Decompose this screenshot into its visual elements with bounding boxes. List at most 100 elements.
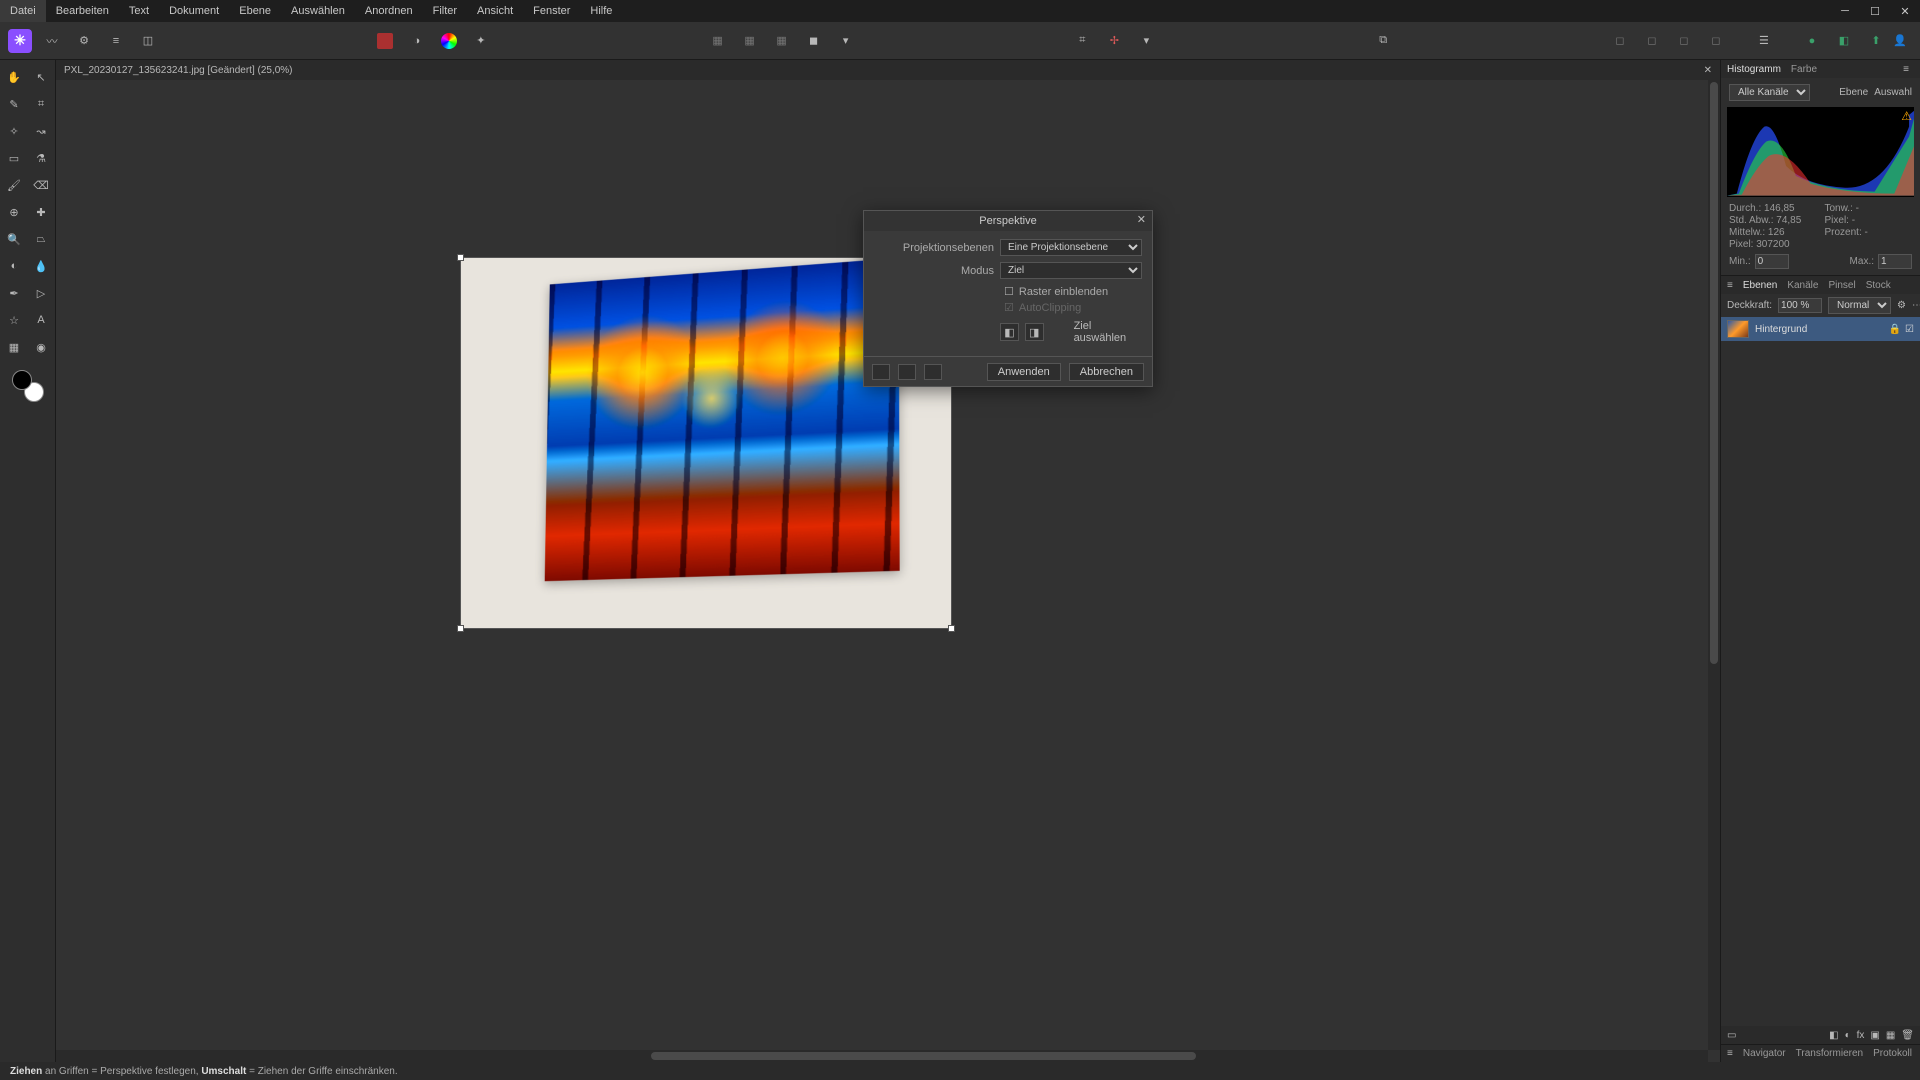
text-tool[interactable]: A [30,309,52,331]
toggle-layer[interactable]: Ebene [1839,87,1868,98]
dodge-tool[interactable]: ◐ [3,255,25,277]
panel-menu-icon[interactable]: ≡ [1727,280,1733,291]
autoclip-checkbox[interactable]: ☑ [1004,301,1014,314]
menu-datei[interactable]: Datei [0,0,46,22]
wand-tool[interactable]: ✧ [3,120,25,142]
before-after-split-icon[interactable]: ◧ [1000,323,1019,341]
persona-develop-button[interactable]: ≡ [104,29,128,53]
persona-export-button[interactable]: ◫ [136,29,160,53]
shape-tool[interactable]: ☆ [3,309,25,331]
move-tool[interactable]: ↖ [30,66,52,88]
document-tab[interactable]: PXL_20230127_135623241.jpg [Geändert] (2… [64,65,293,76]
selection-brush-tool[interactable]: ↝ [30,120,52,142]
tab-history[interactable]: Protokoll [1873,1048,1912,1059]
layer-fx-icon[interactable]: ⚙ [1897,300,1906,311]
toggle-selection[interactable]: Auswahl [1874,87,1912,98]
perspective-handle-tl[interactable] [457,254,464,261]
group-icon[interactable]: ▣ [1870,1030,1879,1041]
swatch-red-button[interactable] [373,29,397,53]
fill-button[interactable]: ◼ [802,29,826,53]
select-target-link[interactable]: Ziel auswählen [1074,320,1142,344]
before-after-mirror-icon[interactable]: ◨ [1025,323,1044,341]
tab-stock[interactable]: Stock [1866,280,1891,291]
color-wheel-button[interactable] [437,29,461,53]
horizontal-scrollbar[interactable] [56,1050,1708,1062]
align-right-button[interactable]: ▦ [770,29,794,53]
minimize-button[interactable]: ─ [1830,0,1860,22]
close-window-button[interactable]: ✕ [1890,0,1920,22]
node-tool[interactable]: ▷ [30,282,52,304]
perspective-tool[interactable]: ⏢ [30,228,52,250]
menu-auswählen[interactable]: Auswählen [281,0,355,22]
apply-button[interactable]: Anwenden [987,363,1061,381]
layer-row[interactable]: Hintergrund 🔒 ☑ [1721,317,1920,341]
tab-navigator[interactable]: Navigator [1743,1048,1786,1059]
persona-photo-button[interactable]: 〰 [40,29,64,53]
align-center-button[interactable]: ▦ [738,29,762,53]
warp-button[interactable]: ✢ [1102,29,1126,53]
mask-icon[interactable]: ◧ [1829,1030,1838,1041]
arrange-button[interactable]: ☰ [1752,29,1776,53]
panel-options-icon[interactable]: ≡ [1898,64,1914,75]
tab-layers[interactable]: Ebenen [1743,280,1777,291]
mask-circle-button[interactable]: ◑ [405,29,429,53]
menu-anordnen[interactable]: Anordnen [355,0,423,22]
preview-2-icon[interactable] [898,364,916,380]
history-2[interactable]: ◻ [1640,29,1664,53]
history-3[interactable]: ◻ [1672,29,1696,53]
perspective-dialog[interactable]: Perspektive ✕ Projektionsebenen Eine Pro… [863,210,1153,387]
foreground-color-swatch[interactable] [12,370,32,390]
layer-lock-icon[interactable]: 🔒 [1889,324,1901,335]
menu-text[interactable]: Text [119,0,159,22]
history-1[interactable]: ◻ [1608,29,1632,53]
tab-channels[interactable]: Kanäle [1787,280,1818,291]
mesh-tool[interactable]: ▦ [3,336,25,358]
perspective-handle-br[interactable] [948,625,955,632]
picker-button[interactable]: ✦ [469,29,493,53]
dropdown-caret[interactable]: ▾ [834,29,858,53]
add-layer-icon[interactable]: ▦ [1886,1030,1895,1041]
delete-layer-icon[interactable]: 🗑 [1901,1030,1914,1041]
adjustment-icon[interactable]: ◐ [1845,1030,1851,1041]
hand-tool[interactable]: ✋ [3,66,25,88]
opacity-input[interactable] [1778,298,1822,313]
mode-select[interactable]: Ziel [1000,262,1142,279]
menu-bearbeiten[interactable]: Bearbeiten [46,0,119,22]
persona-liquify-button[interactable]: ⚙ [72,29,96,53]
menu-dokument[interactable]: Dokument [159,0,229,22]
cancel-button[interactable]: Abbrechen [1069,363,1144,381]
close-tab-icon[interactable]: ✕ [1704,65,1712,76]
flood-tool[interactable]: ⚗ [30,147,52,169]
dialog-titlebar[interactable]: Perspektive ✕ [864,211,1152,231]
eraser-tool[interactable]: ⌫ [30,174,52,196]
min-input[interactable] [1755,254,1789,269]
crop-tool[interactable]: ⌗ [30,93,52,115]
color-picker-tool[interactable]: ✎ [3,93,25,115]
dialog-close-icon[interactable]: ✕ [1137,213,1146,226]
grid-checkbox[interactable]: ☐ [1004,285,1014,298]
blur-tool[interactable]: 💧 [30,255,52,277]
perspective-handle-bl[interactable] [457,625,464,632]
brush-tool[interactable]: 🖌 [3,174,25,196]
menu-ebene[interactable]: Ebene [229,0,281,22]
planes-select[interactable]: Eine Projektionsebene [1000,239,1142,256]
menu-fenster[interactable]: Fenster [523,0,580,22]
cloud-2[interactable]: ◧ [1832,29,1856,53]
tab-histogram[interactable]: Histogramm [1727,64,1781,75]
bottom-menu-icon[interactable]: ≡ [1727,1048,1733,1059]
pen-tool[interactable]: ✒ [3,282,25,304]
history-4[interactable]: ◻ [1704,29,1728,53]
marquee-tool[interactable]: ▭ [3,147,25,169]
blend-mode-select[interactable]: Normal [1828,297,1891,314]
clone-tool[interactable]: ⊕ [3,201,25,223]
vr-button[interactable]: ⧉ [1371,29,1395,53]
cloud-1[interactable]: ● [1800,29,1824,53]
max-input[interactable] [1878,254,1912,269]
align-left-button[interactable]: ▦ [706,29,730,53]
fx-icon[interactable]: fx [1857,1030,1865,1041]
menu-ansicht[interactable]: Ansicht [467,0,523,22]
layer-settings-icon[interactable]: ⋯ [1912,300,1920,311]
vertical-scrollbar[interactable] [1708,80,1720,1050]
maximize-button[interactable]: ☐ [1860,0,1890,22]
account-button[interactable]: 👤 [1888,29,1912,53]
